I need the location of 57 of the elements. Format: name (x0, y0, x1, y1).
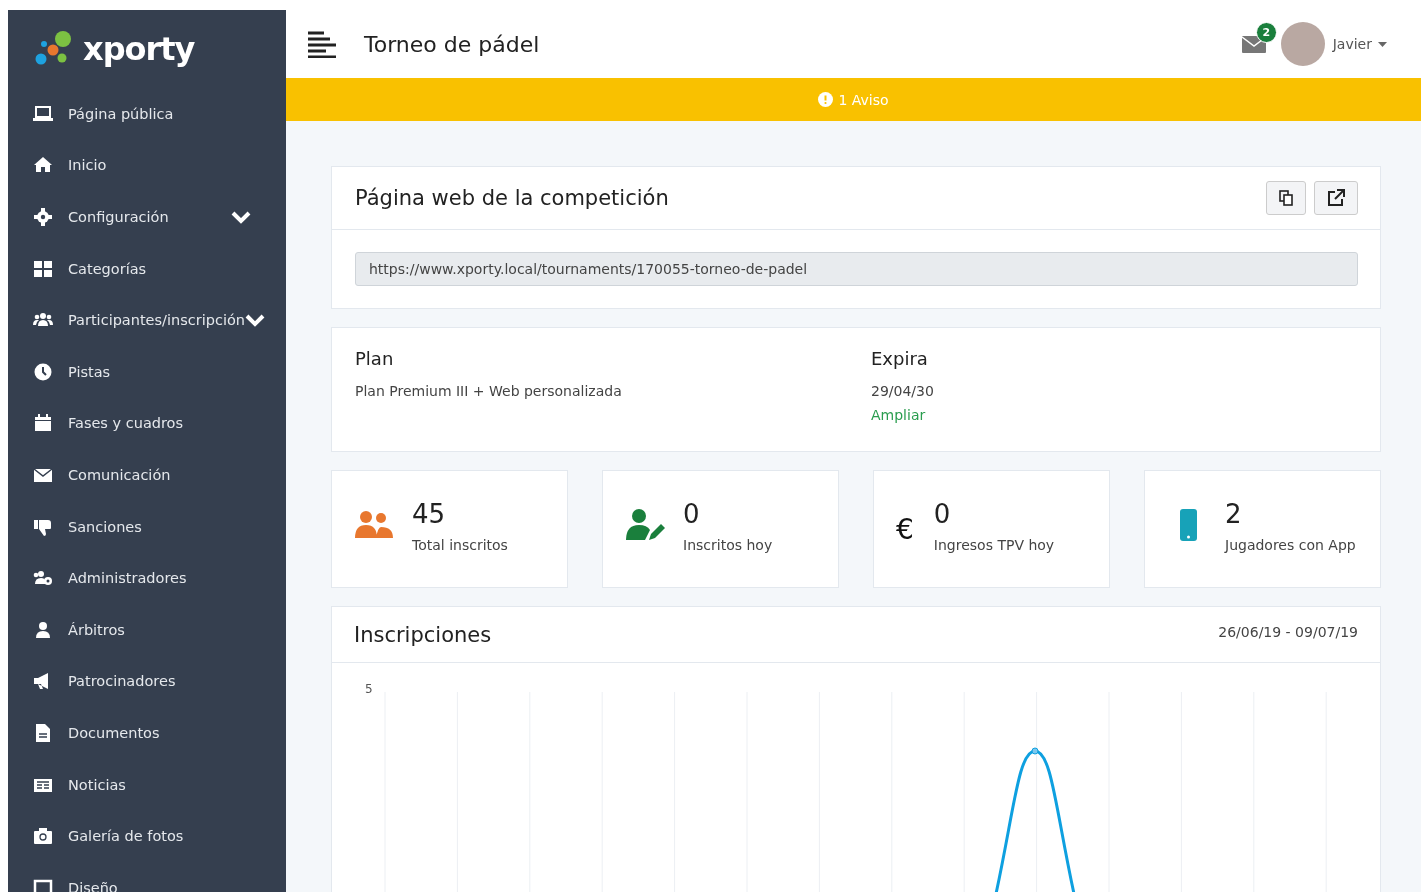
user-name[interactable]: Javier (1332, 36, 1372, 52)
camera-icon (33, 826, 53, 847)
sidebar-item[interactable]: Galería de fotos (8, 810, 286, 862)
sidebar-item[interactable]: Sanciones (8, 500, 286, 553)
sidebar-item[interactable]: Comunicación (8, 449, 286, 501)
clock-icon (33, 361, 53, 382)
stat-value: 0 (683, 499, 701, 529)
sidebar-item[interactable]: Participantes/inscripción (8, 294, 286, 346)
external-link-icon (1327, 189, 1345, 207)
sidebar-item[interactable]: Pistas (8, 345, 286, 398)
sidebar-item[interactable]: Noticias (8, 758, 286, 811)
sidebar-item[interactable]: Categorías (8, 242, 286, 295)
stat-label: Ingresos TPV hoy (933, 537, 1055, 553)
grid-icon (33, 258, 53, 279)
page-title: Torneo de pádel (364, 31, 541, 57)
sidebar-item[interactable]: Administradores (8, 552, 286, 604)
menu-icon[interactable] (308, 30, 336, 58)
sidebar-item[interactable]: Documentos (8, 707, 286, 759)
stat-label: Total inscritos (412, 537, 508, 553)
sidebar-item[interactable]: Configuración (8, 191, 286, 243)
stat-value: 0 (933, 499, 952, 529)
extend-link[interactable]: Ampliar (871, 407, 926, 423)
card-title: Inscripciones (354, 622, 492, 647)
sidebar-item[interactable]: Inicio (8, 139, 286, 192)
plan-value: Plan Premium III + Web personalizada (355, 382, 623, 401)
copy-button[interactable] (1266, 181, 1306, 215)
sidebar-item[interactable]: Página pública (8, 88, 286, 140)
plan-heading: Plan (355, 348, 395, 369)
expires-date: 29/04/30 (871, 382, 935, 401)
card-title: Página web de la competición (355, 186, 669, 210)
user-icon (33, 619, 53, 640)
info-icon (818, 92, 834, 107)
caret-icon[interactable] (1378, 41, 1387, 47)
stat-value: 45 (412, 499, 447, 529)
expires-heading: Expira (871, 348, 929, 369)
url-field[interactable]: https://www.xporty.local/tournaments/170055-torneo-de-padel (355, 252, 1358, 286)
document-icon (33, 722, 53, 743)
stat-label: Jugadores con App (1225, 537, 1356, 553)
sidebar-item[interactable]: Patrocinadores (8, 655, 286, 708)
envelope-icon[interactable] (1240, 34, 1267, 54)
date-range: 26/06/19 - 09/07/19 (1218, 624, 1358, 640)
axis-label: 5 (365, 682, 373, 696)
sidebar-item[interactable]: Fases y cuadros (8, 397, 286, 450)
euro-symbol: € (896, 513, 914, 546)
copy-icon (1279, 190, 1293, 206)
open-link-button[interactable] (1314, 181, 1358, 215)
notification-badge: 2 (1255, 22, 1277, 43)
stat-label: Inscritos hoy (683, 537, 773, 553)
stat-value: 2 (1225, 499, 1243, 529)
settings-icon (33, 207, 53, 227)
sidebar-item[interactable]: Diseño (8, 861, 286, 892)
calendar-icon (33, 413, 53, 434)
window-icon (33, 877, 53, 892)
user-edit-icon (625, 507, 665, 543)
brand-name: xporty (83, 30, 195, 68)
sidebar-item[interactable]: Árbitros (8, 603, 286, 656)
laptop-icon (33, 103, 53, 124)
